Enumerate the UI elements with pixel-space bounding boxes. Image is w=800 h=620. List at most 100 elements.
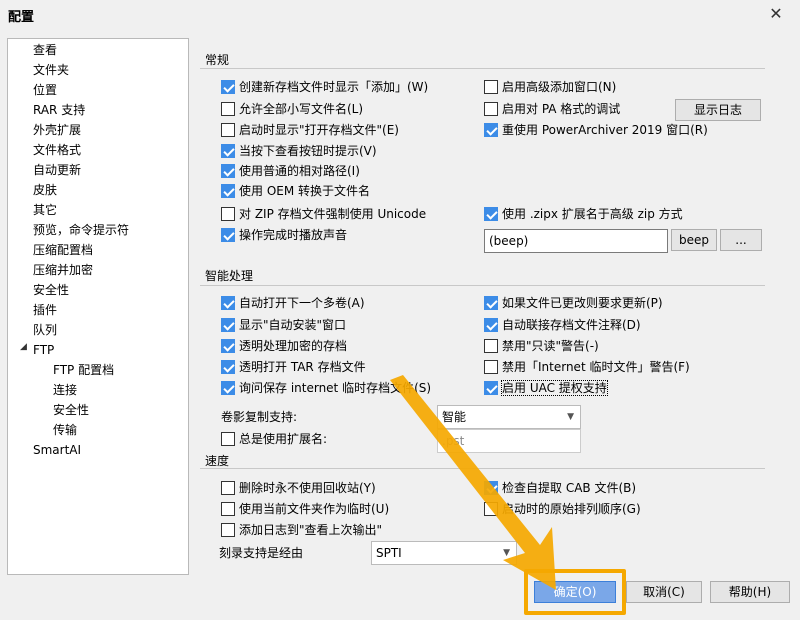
burn-value: SPTI — [376, 546, 402, 560]
option-checkbox[interactable]: 对 ZIP 存档文件强制使用 Unicode — [221, 205, 426, 223]
option-label: 询问保存 internet 临时存档文件(S) — [239, 381, 432, 395]
option-checkbox[interactable]: 检查自提取 CAB 文件(B) — [484, 479, 636, 497]
option-checkbox[interactable]: 操作完成时播放声音 — [221, 226, 347, 244]
option-checkbox[interactable]: 自动打开下一个多卷(A) — [221, 294, 365, 312]
checkbox-box — [484, 318, 498, 332]
option-checkbox[interactable]: 如果文件已更改则要求更新(P) — [484, 294, 663, 312]
option-label: 对 ZIP 存档文件强制使用 Unicode — [239, 207, 427, 221]
tree-item[interactable]: 文件格式 — [33, 141, 81, 159]
tree-item[interactable]: 自动更新 — [33, 161, 81, 179]
option-checkbox[interactable]: 重使用 PowerArchiver 2019 窗口(R) — [484, 121, 708, 139]
checkbox-box — [484, 296, 498, 310]
option-checkbox[interactable]: 当按下查看按钮时提示(V) — [221, 142, 377, 160]
checkbox-box — [221, 207, 235, 221]
tree-item[interactable]: 压缩配置档 — [33, 241, 93, 259]
tree-item[interactable]: 预览，命令提示符 — [33, 221, 129, 239]
checkbox-box — [484, 339, 498, 353]
option-label: 如果文件已更改则要求更新(P) — [502, 296, 663, 310]
option-checkbox[interactable]: 允许全部小写文件名(L) — [221, 100, 363, 118]
shadow-copy-label: 卷影复制支持: — [221, 410, 298, 424]
tree-item[interactable]: 查看 — [33, 41, 57, 59]
tree-subitem[interactable]: 传输 — [53, 421, 77, 439]
tree-item[interactable]: 队列 — [33, 321, 57, 339]
option-checkbox[interactable]: 询问保存 internet 临时存档文件(S) — [221, 379, 431, 397]
tree-item[interactable]: FTP — [33, 341, 54, 359]
tree-item[interactable]: 皮肤 — [33, 181, 57, 199]
checkbox-box — [221, 228, 235, 242]
beep-button[interactable]: beep — [671, 229, 717, 251]
option-checkbox[interactable]: 透明打开 TAR 存档文件 — [221, 358, 366, 376]
tree-item[interactable]: 外壳扩展 — [33, 121, 81, 139]
checkbox-box — [484, 80, 498, 94]
settings-tree: 查看文件夹位置 RAR 支持 外壳扩展文件格式自动更新皮肤其它预览，命令提示符 压缩配… — [7, 38, 189, 575]
always-ext-checkbox[interactable]: 总是使用扩展名: — [221, 430, 327, 448]
option-label: 启动时的原始排列顺序(G) — [502, 502, 641, 516]
checkbox-box — [221, 184, 235, 198]
sound-field[interactable]: (beep) — [484, 229, 668, 253]
tree-item[interactable]: 位置 — [33, 81, 57, 99]
window-title: 配置 — [8, 10, 35, 25]
option-label: 启用 UAC 提权支持 — [501, 380, 608, 396]
option-checkbox[interactable]: 禁用「Internet 临时文件」警告(F) — [484, 358, 690, 376]
option-checkbox[interactable]: 使用 OEM 转换于文件名 — [221, 182, 370, 200]
checkbox-box — [221, 296, 235, 310]
option-checkbox[interactable]: 启用对 PA 格式的调试 — [484, 100, 620, 118]
option-checkbox[interactable]: 自动联接存档文件注释(D) — [484, 316, 641, 334]
speed-divider — [200, 468, 765, 469]
option-label: 显示"自动安装"窗口 — [239, 318, 347, 332]
option-checkbox[interactable]: 使用 .zipx 扩展名于高级 zip 方式 — [484, 205, 683, 223]
checkbox-box — [221, 80, 235, 94]
tree-item[interactable]: 压缩并加密 — [33, 261, 93, 279]
tree-item[interactable]: 插件 — [33, 301, 57, 319]
tree-item[interactable]: 安全性 — [33, 281, 69, 299]
checkbox-box — [484, 123, 498, 137]
show-log-button[interactable]: 显示日志 — [675, 99, 761, 121]
option-checkbox[interactable]: 透明处理加密的存档 — [221, 337, 347, 355]
tree-item[interactable]: 其它 — [33, 201, 57, 219]
tree-subitem[interactable]: 连接 — [53, 381, 77, 399]
option-checkbox[interactable]: 启动时显示"打开存档文件"(E) — [221, 121, 399, 139]
shadow-copy-value: 智能 — [442, 410, 467, 424]
option-checkbox[interactable]: 创建新存档文件时显示「添加」(W) — [221, 78, 428, 96]
option-checkbox[interactable]: 禁用"只读"警告(-) — [484, 337, 599, 355]
option-label: 自动打开下一个多卷(A) — [239, 296, 365, 310]
checkbox-box — [484, 102, 498, 116]
expand-arrow-icon[interactable]: ◢ — [20, 342, 27, 352]
tree-item[interactable]: 文件夹 — [33, 61, 69, 79]
checkbox-box — [221, 481, 235, 495]
option-label: 创建新存档文件时显示「添加」(W) — [239, 80, 429, 94]
extension-field[interactable]: .pst — [437, 429, 581, 453]
option-label: 启动时显示"打开存档文件"(E) — [239, 123, 399, 137]
checkbox-box — [484, 207, 498, 221]
checkbox-box — [221, 360, 235, 374]
option-label: 使用当前文件夹作为临时(U) — [239, 502, 390, 516]
option-label: 删除时永不使用回收站(Y) — [239, 481, 376, 495]
close-icon[interactable]: ✕ — [766, 4, 786, 24]
option-label: 操作完成时播放声音 — [239, 228, 348, 242]
tree-item[interactable]: RAR 支持 — [33, 101, 85, 119]
option-checkbox[interactable]: 显示"自动安装"窗口 — [221, 316, 346, 334]
checkbox-box — [221, 502, 235, 516]
option-label: 启用高级添加窗口(N) — [502, 80, 617, 94]
burn-select[interactable]: SPTI ▼ — [371, 541, 517, 565]
option-checkbox[interactable]: 使用普通的相对路径(I) — [221, 162, 360, 180]
option-checkbox[interactable]: 删除时永不使用回收站(Y) — [221, 479, 376, 497]
help-button[interactable]: 帮助(H) — [710, 581, 790, 603]
option-checkbox[interactable]: 启用 UAC 提权支持 — [484, 379, 608, 397]
option-checkbox[interactable]: 使用当前文件夹作为临时(U) — [221, 500, 389, 518]
tree-subitem[interactable]: 安全性 — [53, 401, 89, 419]
general-group-title: 常规 — [205, 53, 230, 67]
tree-item[interactable]: SmartAI — [33, 441, 81, 459]
option-label: 透明打开 TAR 存档文件 — [239, 360, 366, 374]
option-checkbox[interactable]: 启用高级添加窗口(N) — [484, 78, 616, 96]
ok-button[interactable]: 确定(O) — [534, 581, 616, 603]
option-checkbox[interactable]: 添加日志到"查看上次输出" — [221, 521, 382, 539]
tree-subitem[interactable]: FTP 配置档 — [53, 361, 114, 379]
option-checkbox[interactable]: 启动时的原始排列顺序(G) — [484, 500, 641, 518]
checkbox-box — [221, 523, 235, 537]
chevron-down-icon: ▼ — [567, 412, 574, 422]
cancel-button[interactable]: 取消(C) — [626, 581, 702, 603]
browse-button[interactable]: ... — [720, 229, 762, 251]
shadow-copy-select[interactable]: 智能 ▼ — [437, 405, 581, 429]
checkbox-box — [484, 381, 498, 395]
